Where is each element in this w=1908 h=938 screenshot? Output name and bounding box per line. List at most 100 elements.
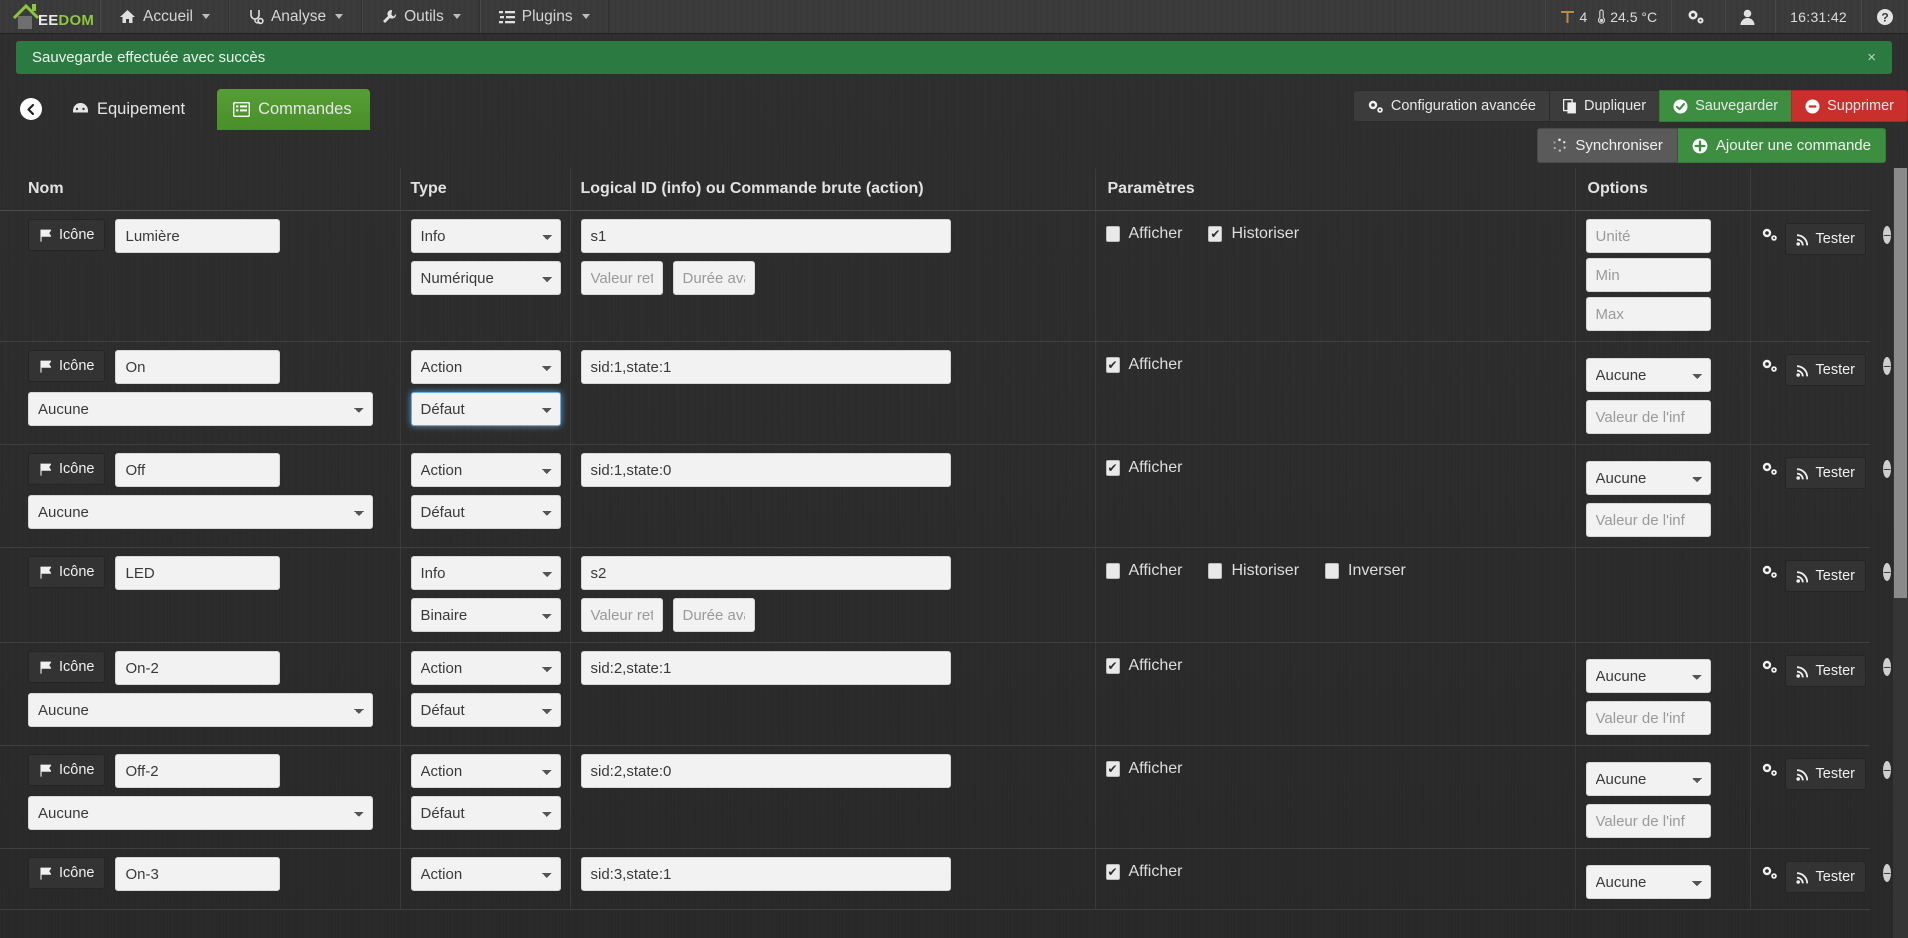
row-0-name-input[interactable] xyxy=(115,219,281,253)
row-6-test-button[interactable]: Tester xyxy=(1784,861,1866,893)
row-5-subtype-select[interactable]: Défaut xyxy=(410,796,561,830)
row-2-type-select[interactable]: Action xyxy=(410,453,561,487)
checkbox-icon[interactable] xyxy=(1105,226,1120,242)
row-3-icon-button[interactable]: Icône xyxy=(28,556,106,588)
row-3-type-select[interactable]: Info xyxy=(410,556,561,590)
row-3-check-0[interactable]: Afficher xyxy=(1105,562,1182,580)
row-1-icon-button[interactable]: Icône xyxy=(28,350,106,382)
row-5-type-select[interactable]: Action xyxy=(410,754,561,788)
row-5-icon-button[interactable]: Icône xyxy=(28,754,106,786)
row-4-icon-button[interactable]: Icône xyxy=(28,651,106,683)
checkbox-icon[interactable] xyxy=(1208,563,1223,579)
row-1-name-input[interactable] xyxy=(115,350,281,384)
row-1-check-0[interactable]: ✔ Afficher xyxy=(1105,356,1182,374)
row-0-duree-avant-input[interactable] xyxy=(672,261,755,295)
row-1-config-gear-button[interactable] xyxy=(1761,354,1778,373)
vertical-scrollbar[interactable] xyxy=(1893,168,1908,938)
row-5-remove-button[interactable]: − xyxy=(1883,761,1892,779)
row-2-subtype-select[interactable]: Défaut xyxy=(410,495,561,529)
row-2-remove-button[interactable]: − xyxy=(1883,460,1892,478)
row-4-remove-button[interactable]: − xyxy=(1883,658,1892,676)
row-0-config-gear-button[interactable] xyxy=(1761,223,1778,242)
row-0-test-button[interactable]: Tester xyxy=(1784,223,1866,255)
row-3-config-gear-button[interactable] xyxy=(1761,560,1778,579)
row-4-cascade-select[interactable]: Aucune xyxy=(28,693,373,727)
row-2-icon-button[interactable]: Icône xyxy=(28,453,106,485)
tab-commandes[interactable]: Commandes xyxy=(217,89,370,130)
navbar-help-button[interactable]: ? xyxy=(1861,0,1908,33)
row-0-logicalid-input[interactable] xyxy=(580,219,951,253)
close-icon[interactable]: × xyxy=(1867,49,1876,66)
row-5-check-0[interactable]: ✔ Afficher xyxy=(1105,760,1182,778)
row-2-name-input[interactable] xyxy=(115,453,281,487)
row-3-test-button[interactable]: Tester xyxy=(1784,560,1866,592)
row-1-test-button[interactable]: Tester xyxy=(1784,354,1866,386)
row-4-option-value-input[interactable] xyxy=(1585,701,1711,735)
brand-logo-area[interactable]: EEDOM xyxy=(0,0,100,33)
row-5-config-gear-button[interactable] xyxy=(1761,758,1778,777)
row-2-option-value-input[interactable] xyxy=(1585,503,1711,537)
row-0-check-1[interactable]: ✔ Historiser xyxy=(1208,225,1299,243)
row-2-option-select[interactable]: Aucune xyxy=(1585,461,1711,495)
row-5-test-button[interactable]: Tester xyxy=(1784,758,1866,790)
row-3-subtype-select[interactable]: Binaire xyxy=(410,598,561,632)
row-6-logicalid-input[interactable] xyxy=(580,857,951,891)
duplicate-button[interactable]: Dupliquer xyxy=(1549,90,1660,122)
delete-button[interactable]: Supprimer xyxy=(1791,90,1908,122)
back-button[interactable] xyxy=(20,98,42,120)
tab-equipement[interactable]: Equipement xyxy=(56,89,203,130)
row-3-valeur-retour-input[interactable] xyxy=(580,598,663,632)
nav-item-outils[interactable]: Outils xyxy=(362,0,480,33)
row-3-name-input[interactable] xyxy=(115,556,281,590)
advanced-config-button[interactable]: Configuration avancée xyxy=(1352,90,1549,122)
checkbox-icon[interactable]: ✔ xyxy=(1105,357,1120,373)
row-6-name-input[interactable] xyxy=(115,857,281,891)
row-0-unit-input[interactable] xyxy=(1585,219,1711,253)
row-2-cascade-select[interactable]: Aucune xyxy=(28,495,373,529)
row-3-duree-avant-input[interactable] xyxy=(672,598,755,632)
navbar-user-dropdown[interactable] xyxy=(1725,0,1775,33)
row-1-type-select[interactable]: Action xyxy=(410,350,561,384)
row-4-test-button[interactable]: Tester xyxy=(1784,655,1866,687)
row-4-check-0[interactable]: ✔ Afficher xyxy=(1105,657,1182,675)
add-command-button[interactable]: Ajouter une commande xyxy=(1677,128,1886,163)
row-2-config-gear-button[interactable] xyxy=(1761,457,1778,476)
row-2-check-0[interactable]: ✔ Afficher xyxy=(1105,459,1182,477)
checkbox-icon[interactable]: ✔ xyxy=(1105,761,1120,777)
row-1-remove-button[interactable]: − xyxy=(1883,357,1892,375)
row-0-max-input[interactable] xyxy=(1585,297,1711,331)
checkbox-icon[interactable]: ✔ xyxy=(1105,460,1120,476)
navbar-gear-dropdown[interactable] xyxy=(1671,0,1725,33)
row-6-config-gear-button[interactable] xyxy=(1761,861,1778,880)
row-4-config-gear-button[interactable] xyxy=(1761,655,1778,674)
synchronize-button[interactable]: Synchroniser xyxy=(1537,128,1678,163)
row-2-logicalid-input[interactable] xyxy=(580,453,951,487)
row-0-check-0[interactable]: Afficher xyxy=(1105,225,1182,243)
row-0-type-select[interactable]: Info xyxy=(410,219,561,253)
nav-item-analyse[interactable]: Analyse xyxy=(228,0,363,33)
row-6-remove-button[interactable]: − xyxy=(1883,864,1892,882)
checkbox-icon[interactable]: ✔ xyxy=(1208,226,1223,242)
row-0-min-input[interactable] xyxy=(1585,258,1711,292)
nav-item-plugins[interactable]: Plugins xyxy=(479,0,609,33)
row-0-remove-button[interactable]: − xyxy=(1883,226,1892,244)
checkbox-icon[interactable]: ✔ xyxy=(1105,658,1120,674)
row-1-subtype-select[interactable]: Défaut xyxy=(410,392,561,426)
row-0-icon-button[interactable]: Icône xyxy=(28,219,106,251)
row-3-logicalid-input[interactable] xyxy=(580,556,951,590)
row-5-name-input[interactable] xyxy=(115,754,281,788)
row-4-name-input[interactable] xyxy=(115,651,281,685)
row-6-type-select[interactable]: Action xyxy=(410,857,561,891)
checkbox-icon[interactable] xyxy=(1105,563,1120,579)
row-0-subtype-select[interactable]: Numérique xyxy=(410,261,561,295)
row-3-remove-button[interactable]: − xyxy=(1883,563,1892,581)
row-4-option-select[interactable]: Aucune xyxy=(1585,659,1711,693)
save-button[interactable]: Sauvegarder xyxy=(1659,90,1792,122)
row-5-option-select[interactable]: Aucune xyxy=(1585,762,1711,796)
row-6-icon-button[interactable]: Icône xyxy=(28,857,106,889)
row-5-logicalid-input[interactable] xyxy=(580,754,951,788)
checkbox-icon[interactable] xyxy=(1325,563,1340,579)
row-2-test-button[interactable]: Tester xyxy=(1784,457,1866,489)
row-3-check-1[interactable]: Historiser xyxy=(1208,562,1299,580)
row-3-check-2[interactable]: Inverser xyxy=(1325,562,1406,580)
